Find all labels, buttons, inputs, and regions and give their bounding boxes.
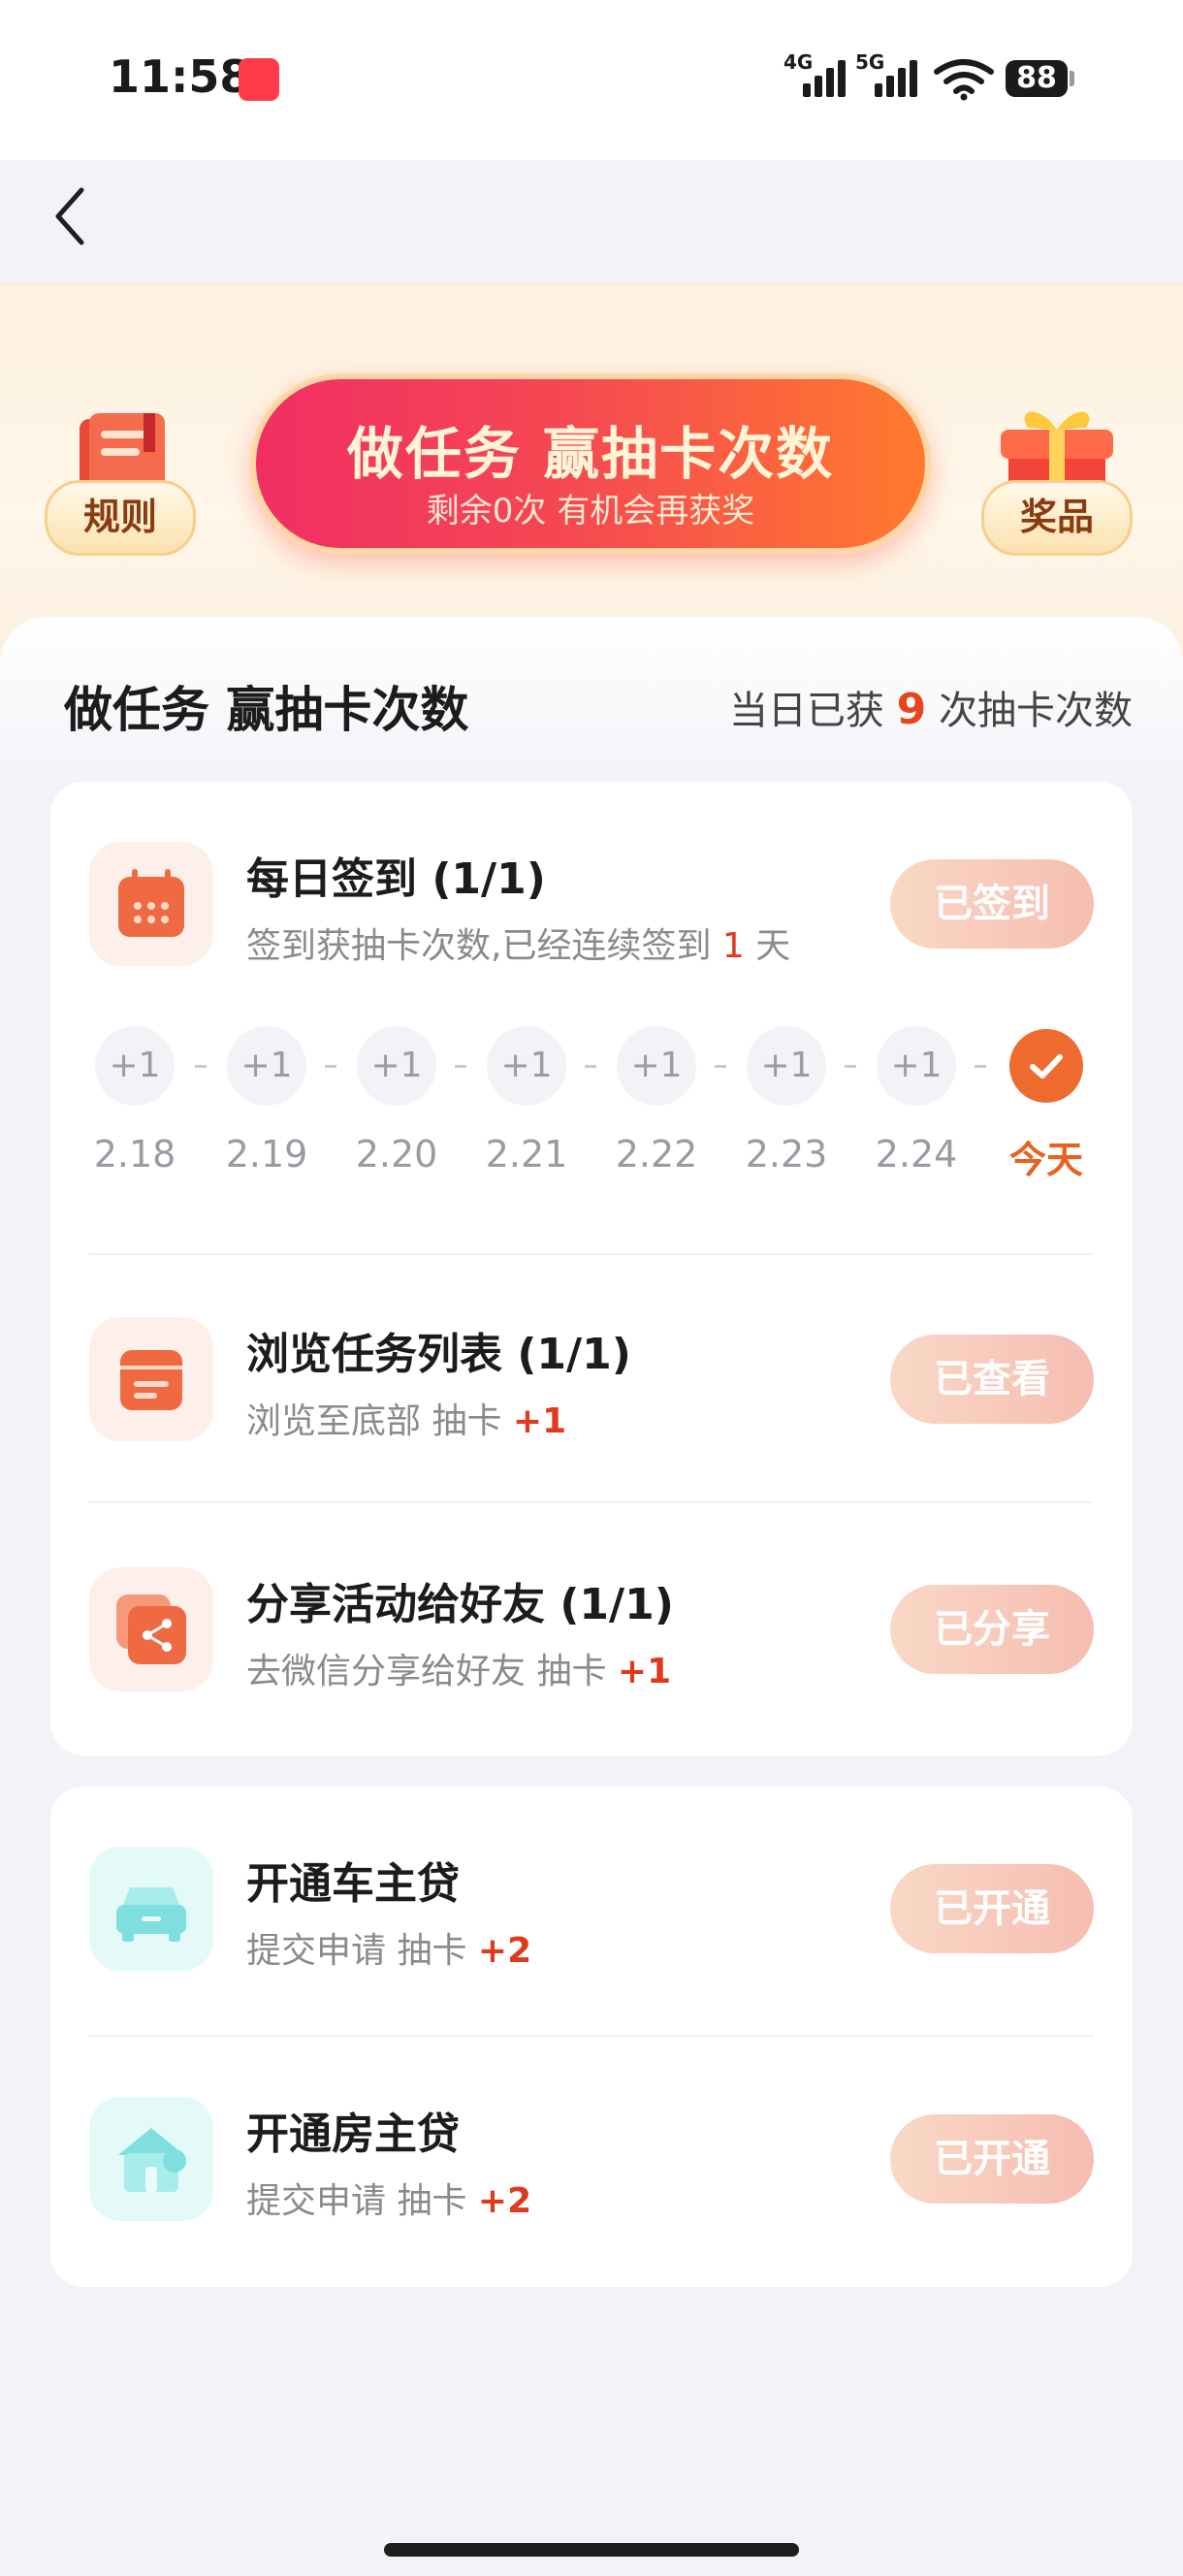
house-loan-title: 开通房主贷: [246, 2109, 460, 2159]
checkmark-icon: [1009, 1029, 1083, 1103]
day-reward: +1: [487, 1026, 566, 1106]
count-value: 9: [896, 685, 927, 734]
app-badge-icon: [239, 58, 279, 101]
rules-button[interactable]: 规则: [45, 480, 196, 556]
car-icon: [116, 1887, 186, 1942]
checkin-day: +1 2.24: [876, 1026, 957, 1175]
browse-task-reward: +1: [512, 1401, 567, 1441]
checkin-day: +1 2.23: [746, 1026, 827, 1175]
section-count: 当日已获 9 次抽卡次数: [729, 679, 1133, 735]
checkin-day: +1 2.18: [94, 1026, 176, 1175]
status-bar: 11:58 4G 5G 88: [0, 0, 1183, 245]
day-date: 2.18: [93, 1133, 176, 1175]
view-button[interactable]: 已查看: [890, 1335, 1094, 1424]
house-icon-wrap: [89, 2097, 213, 2221]
checkin-title: 每日签到 (1/1): [246, 854, 546, 904]
task-card-loans: 开通车主贷 提交申请 抽卡 +2 已开通 开通房主贷 提交申请 抽卡 +2 已开…: [50, 1787, 1133, 2287]
browse-task-title: 浏览任务列表 (1/1): [246, 1330, 631, 1379]
share-icon-wrap: [89, 1567, 213, 1691]
battery-icon: 88: [1006, 60, 1068, 97]
status-time: 11:58: [109, 50, 251, 103]
day-separator: [975, 1065, 986, 1068]
car-icon-wrap: [89, 1847, 213, 1971]
list-icon: [120, 1350, 182, 1410]
day-date-today: 今天: [1008, 1139, 1083, 1181]
list-icon-wrap: [89, 1317, 213, 1441]
prizes-button[interactable]: 奖品: [981, 480, 1133, 556]
day-reward: +1: [95, 1026, 175, 1106]
house-loan-button[interactable]: 已开通: [890, 2114, 1094, 2204]
house-loan-desc-text: 提交申请 抽卡: [246, 2181, 467, 2221]
checkin-desc: 签到获抽卡次数,已经连续签到 1 天: [246, 918, 790, 968]
checkin-desc-text: 签到获抽卡次数,已经连续签到: [246, 926, 712, 966]
day-reward: +1: [747, 1026, 826, 1106]
checkin-button[interactable]: 已签到: [890, 859, 1094, 949]
banner-subtitle: 剩余0次 有机会再获奖: [426, 492, 755, 531]
calendar-icon-wrap: [89, 842, 213, 966]
day-separator: [715, 1065, 726, 1068]
day-date: 2.24: [875, 1133, 958, 1175]
back-chevron-left-icon[interactable]: [47, 182, 95, 250]
car-loan-title: 开通车主贷: [246, 1859, 460, 1909]
divider: [89, 1253, 1094, 1255]
car-loan-reward: +2: [477, 1931, 532, 1971]
battery-tip: [1070, 71, 1074, 86]
day-date: 2.21: [485, 1133, 568, 1175]
day-separator: [325, 1065, 336, 1068]
share-task-desc: 去微信分享给好友 抽卡 +1: [246, 1643, 671, 1693]
checkin-day-today: 今天: [1007, 1026, 1086, 1183]
checkin-day: +1 2.21: [486, 1026, 567, 1175]
checkin-day: +1 2.20: [356, 1026, 437, 1175]
signal-5g-icon: 5G: [855, 50, 923, 97]
car-loan-desc: 提交申请 抽卡 +2: [246, 1922, 531, 1973]
calendar-icon: [118, 869, 184, 937]
car-loan-button[interactable]: 已开通: [890, 1864, 1094, 1953]
divider: [89, 2035, 1094, 2037]
day-separator: [585, 1065, 596, 1068]
day-date: 2.19: [225, 1133, 308, 1175]
checkin-desc-suffix: 天: [755, 926, 791, 966]
browse-task-desc-text: 浏览至底部 抽卡: [246, 1401, 502, 1441]
house-loan-desc: 提交申请 抽卡 +2: [246, 2173, 531, 2223]
day-reward: +1: [357, 1026, 436, 1106]
browse-task-desc: 浏览至底部 抽卡 +1: [246, 1393, 566, 1443]
car-loan-desc-text: 提交申请 抽卡: [246, 1931, 467, 1971]
day-date: 2.22: [615, 1133, 698, 1175]
day-reward: +1: [617, 1026, 696, 1106]
wifi-icon: [934, 59, 994, 101]
home-indicator[interactable]: [384, 2543, 799, 2557]
share-task-reward: +1: [617, 1652, 672, 1691]
day-date: 2.23: [745, 1133, 828, 1175]
network-4g-label: 4G: [783, 50, 814, 74]
day-reward: +1: [877, 1026, 956, 1106]
share-icon: [116, 1594, 186, 1664]
network-5g-label: 5G: [855, 50, 885, 74]
signal-4g-icon: 4G: [783, 50, 851, 97]
count-prefix: 当日已获: [728, 689, 884, 733]
banner-pill: 做任务 赢抽卡次数 剩余0次 有机会再获奖: [250, 373, 931, 554]
house-icon: [118, 2128, 186, 2192]
share-task-title: 分享活动给好友 (1/1): [246, 1580, 674, 1629]
checkin-streak: 1: [721, 926, 745, 966]
day-reward: +1: [227, 1026, 306, 1106]
checkin-day: +1 2.19: [226, 1026, 307, 1175]
section-title: 做任务 赢抽卡次数: [64, 682, 469, 738]
day-separator: [455, 1065, 466, 1068]
checkin-day: +1 2.22: [616, 1026, 697, 1175]
count-suffix: 次抽卡次数: [939, 689, 1133, 733]
divider: [89, 1501, 1094, 1503]
task-card-daily: 每日签到 (1/1) 签到获抽卡次数,已经连续签到 1 天 已签到 +1 2.1…: [50, 782, 1133, 1755]
day-separator: [845, 1065, 856, 1068]
day-date: 2.20: [355, 1133, 438, 1175]
share-button[interactable]: 已分享: [890, 1585, 1094, 1674]
house-loan-reward: +2: [477, 2181, 532, 2221]
day-separator: [195, 1065, 207, 1068]
share-task-desc-text: 去微信分享给好友 抽卡: [246, 1652, 607, 1691]
banner-title: 做任务 赢抽卡次数: [346, 421, 835, 487]
